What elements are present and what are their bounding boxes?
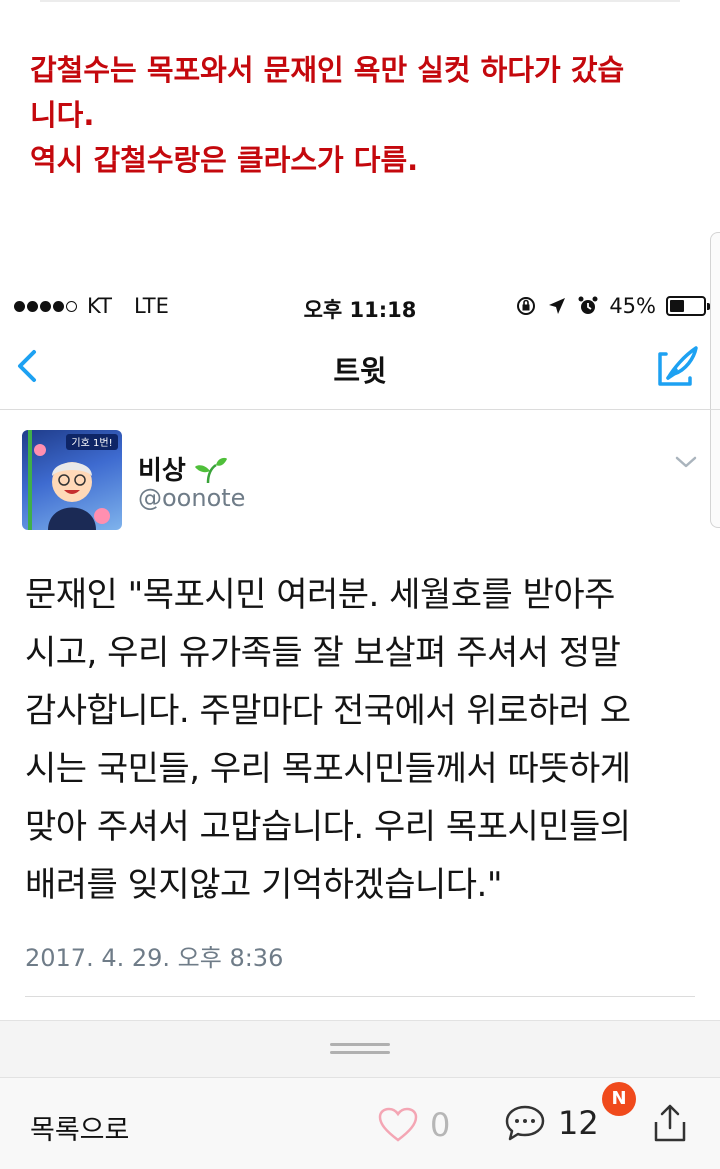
avatar-badge-text: 기호 1번! — [71, 437, 112, 449]
battery-icon — [666, 296, 710, 316]
post-action-bar: 목록으로 0 12 N — [0, 1078, 720, 1169]
top-divider — [40, 0, 680, 2]
new-badge: N — [602, 1082, 636, 1116]
post-caption: 갑철수는 목포와서 문재인 욕만 실컷 하다가 갔습 니다. 역시 갑철수랑은 … — [30, 48, 698, 183]
comment-bubble-icon — [505, 1105, 545, 1141]
author-name-text: 비상 — [138, 456, 186, 486]
like-count: 0 — [430, 1106, 451, 1144]
rotation-lock-icon — [517, 297, 536, 315]
nav-title: 트윗 — [333, 354, 387, 388]
alarm-icon — [578, 296, 598, 314]
caption-line-2: 역시 갑철수랑은 클라스가 다름. — [30, 143, 419, 177]
author-name[interactable]: 비상 — [138, 450, 228, 487]
tweet-nav-bar: 트윗 — [0, 330, 720, 410]
tweet-text: 문재인 "목포시민 여러분. 세월호를 받아주 시고, 우리 유가족들 잘 보살… — [25, 575, 631, 905]
heart-icon — [378, 1107, 418, 1142]
author-avatar[interactable]: 기호 1번! — [22, 430, 122, 530]
like-button[interactable]: 0 — [378, 1106, 450, 1144]
caption-line-1: 갑철수는 목포와서 문재인 욕만 실컷 하다가 갔습 니다. — [30, 53, 625, 132]
tweet-author-header: 기호 1번! 비상 @oonote — [22, 430, 702, 534]
author-handle[interactable]: @oonote — [138, 484, 245, 512]
drag-handle-icon[interactable] — [330, 1043, 390, 1055]
comment-count: 12 — [558, 1104, 599, 1142]
compose-tweet-icon[interactable] — [656, 344, 700, 388]
viewer-drag-band[interactable] — [0, 1020, 720, 1078]
ios-status-bar: KT LTE 오후 11:18 45% — [0, 290, 720, 324]
location-arrow-icon — [549, 298, 566, 314]
tweet-timestamp: 2017. 4. 29. 오후 8:36 — [25, 944, 284, 972]
sprout-icon — [194, 457, 227, 483]
tweet-divider — [25, 996, 695, 997]
chevron-down-icon[interactable] — [674, 452, 698, 472]
battery-percent: 45% — [609, 294, 656, 318]
share-icon[interactable] — [650, 1102, 690, 1144]
comment-button[interactable]: 12 — [504, 1104, 599, 1142]
back-to-list-button[interactable]: 목록으로 — [30, 1108, 129, 1147]
